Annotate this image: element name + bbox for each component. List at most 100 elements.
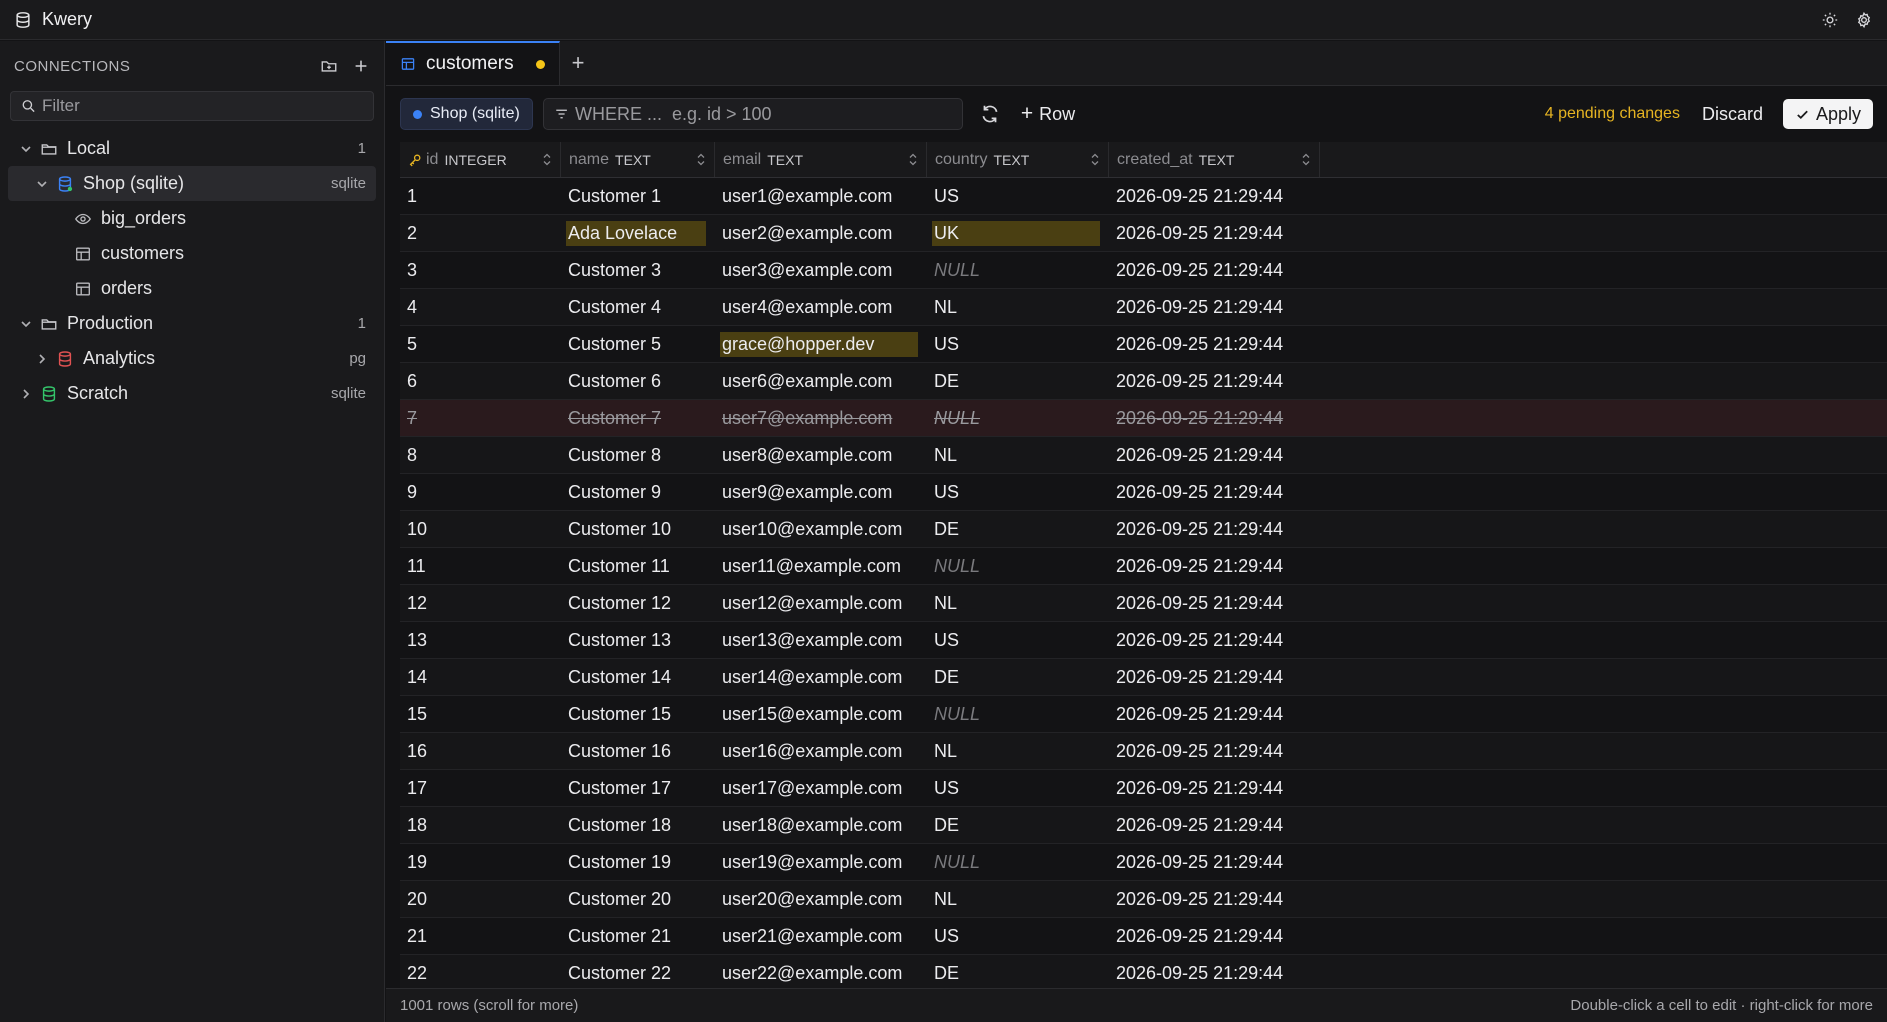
cell-country[interactable]: DE [927,511,1109,547]
chevron-down-icon[interactable] [18,316,34,332]
cell-id[interactable]: 16 [400,733,561,769]
column-header-id[interactable]: id INTEGER [400,142,561,177]
table-row[interactable]: 6 Customer 6 user6@example.com DE 2026-09-25… [400,363,1887,400]
cell-email[interactable]: grace@hopper.dev [715,326,927,362]
cell-name[interactable]: Customer 13 [561,622,715,658]
cell-country[interactable]: US [927,474,1109,510]
cell-created-at[interactable]: 2026-09-25 21:29:44 [1109,844,1320,880]
cell-name[interactable]: Customer 9 [561,474,715,510]
sun-icon[interactable] [1821,11,1839,29]
cell-created-at[interactable]: 2026-09-25 21:29:44 [1109,807,1320,843]
discard-button[interactable]: Discard [1702,104,1763,125]
cell-country[interactable]: NL [927,733,1109,769]
cell-created-at[interactable]: 2026-09-25 21:29:44 [1109,363,1320,399]
cell-country[interactable]: US [927,326,1109,362]
cell-country[interactable]: DE [927,955,1109,991]
cell-created-at[interactable]: 2026-09-25 21:29:44 [1109,622,1320,658]
cell-id[interactable]: 12 [400,585,561,621]
cell-email[interactable]: user11@example.com [715,548,927,584]
cell-name[interactable]: Customer 8 [561,437,715,473]
cell-email[interactable]: user4@example.com [715,289,927,325]
cell-created-at[interactable]: 2026-09-25 21:29:44 [1109,474,1320,510]
cell-id[interactable]: 3 [400,252,561,288]
tree-item-scratch[interactable]: Scratch sqlite [0,376,384,411]
cell-email[interactable]: user3@example.com [715,252,927,288]
cell-id[interactable]: 2 [400,215,561,251]
cell-name[interactable]: Customer 5 [561,326,715,362]
cell-id[interactable]: 17 [400,770,561,806]
cell-email[interactable]: user10@example.com [715,511,927,547]
add-row-button[interactable]: + Row [1021,102,1075,126]
cell-email[interactable]: user22@example.com [715,955,927,991]
cell-country[interactable]: NULL [927,696,1109,732]
cell-id[interactable]: 20 [400,881,561,917]
cell-id[interactable]: 7 [400,400,561,436]
cell-created-at[interactable]: 2026-09-25 21:29:44 [1109,659,1320,695]
table-row[interactable]: 14 Customer 14 user14@example.com DE 2026-09… [400,659,1887,696]
cell-name[interactable]: Customer 19 [561,844,715,880]
column-header-name[interactable]: name TEXT [561,142,715,177]
table-row[interactable]: 8 Customer 8 user8@example.com NL 2026-09-25… [400,437,1887,474]
table-row[interactable]: 5 Customer 5 grace@hopper.dev US 2026-09-25 … [400,326,1887,363]
table-row[interactable]: 10 Customer 10 user10@example.com DE 2026-09… [400,511,1887,548]
cell-email[interactable]: user2@example.com [715,215,927,251]
cell-id[interactable]: 19 [400,844,561,880]
where-filter[interactable] [542,98,963,130]
cell-country[interactable]: US [927,918,1109,954]
cell-name[interactable]: Customer 20 [561,881,715,917]
cell-email[interactable]: user13@example.com [715,622,927,658]
cell-country[interactable]: US [927,770,1109,806]
cell-email[interactable]: user7@example.com [715,400,927,436]
cell-email[interactable]: user15@example.com [715,696,927,732]
table-row[interactable]: 15 Customer 15 user15@example.com NULL 2026-… [400,696,1887,733]
cell-name[interactable]: Customer 4 [561,289,715,325]
gear-icon[interactable] [1855,11,1873,29]
cell-created-at[interactable]: 2026-09-25 21:29:44 [1109,178,1320,214]
cell-created-at[interactable]: 2026-09-25 21:29:44 [1109,289,1320,325]
cell-id[interactable]: 6 [400,363,561,399]
cell-name[interactable]: Customer 15 [561,696,715,732]
cell-country[interactable]: DE [927,807,1109,843]
table-row[interactable]: 3 Customer 3 user3@example.com NULL 2026-09-… [400,252,1887,289]
cell-id[interactable]: 10 [400,511,561,547]
cell-email[interactable]: user16@example.com [715,733,927,769]
cell-country[interactable]: NL [927,437,1109,473]
new-tab-button[interactable]: + [560,41,596,85]
filter-input[interactable] [42,96,363,116]
cell-email[interactable]: user20@example.com [715,881,927,917]
cell-country[interactable]: NL [927,289,1109,325]
tab-customers[interactable]: customers [386,41,560,85]
cell-email[interactable]: user6@example.com [715,363,927,399]
table-row[interactable]: 4 Customer 4 user4@example.com NL 2026-09-25… [400,289,1887,326]
tree-item-orders[interactable]: orders [0,271,384,306]
cell-country[interactable]: UK [927,215,1109,251]
cell-created-at[interactable]: 2026-09-25 21:29:44 [1109,918,1320,954]
tree-item-big-orders[interactable]: big_orders [0,201,384,236]
apply-button[interactable]: Apply [1782,99,1873,129]
table-row[interactable]: 2 Ada Lovelace user2@example.com UK 2026-09-… [400,215,1887,252]
table-row[interactable]: 1 Customer 1 user1@example.com US 2026-09-25… [400,178,1887,215]
cell-name[interactable]: Customer 1 [561,178,715,214]
cell-id[interactable]: 13 [400,622,561,658]
tree-item-shop[interactable]: Shop (sqlite) sqlite [8,166,376,201]
cell-email[interactable]: user19@example.com [715,844,927,880]
cell-name[interactable]: Customer 6 [561,363,715,399]
filter-box[interactable] [10,91,374,121]
cell-country[interactable]: NULL [927,548,1109,584]
sort-icon[interactable] [696,152,706,167]
column-header-created-at[interactable]: created_at TEXT [1109,142,1320,177]
cell-name[interactable]: Customer 11 [561,548,715,584]
cell-created-at[interactable]: 2026-09-25 21:29:44 [1109,881,1320,917]
chevron-right-icon[interactable] [18,386,34,402]
cell-id[interactable]: 22 [400,955,561,991]
cell-created-at[interactable]: 2026-09-25 21:29:44 [1109,437,1320,473]
cell-email[interactable]: user14@example.com [715,659,927,695]
cell-country[interactable]: DE [927,659,1109,695]
table-row[interactable]: 20 Customer 20 user20@example.com NL 2026-09… [400,881,1887,918]
cell-email[interactable]: user21@example.com [715,918,927,954]
cell-created-at[interactable]: 2026-09-25 21:29:44 [1109,511,1320,547]
cell-country[interactable]: NULL [927,400,1109,436]
cell-country[interactable]: NULL [927,844,1109,880]
tree-item-analytics[interactable]: Analytics pg [0,341,384,376]
cell-email[interactable]: user1@example.com [715,178,927,214]
